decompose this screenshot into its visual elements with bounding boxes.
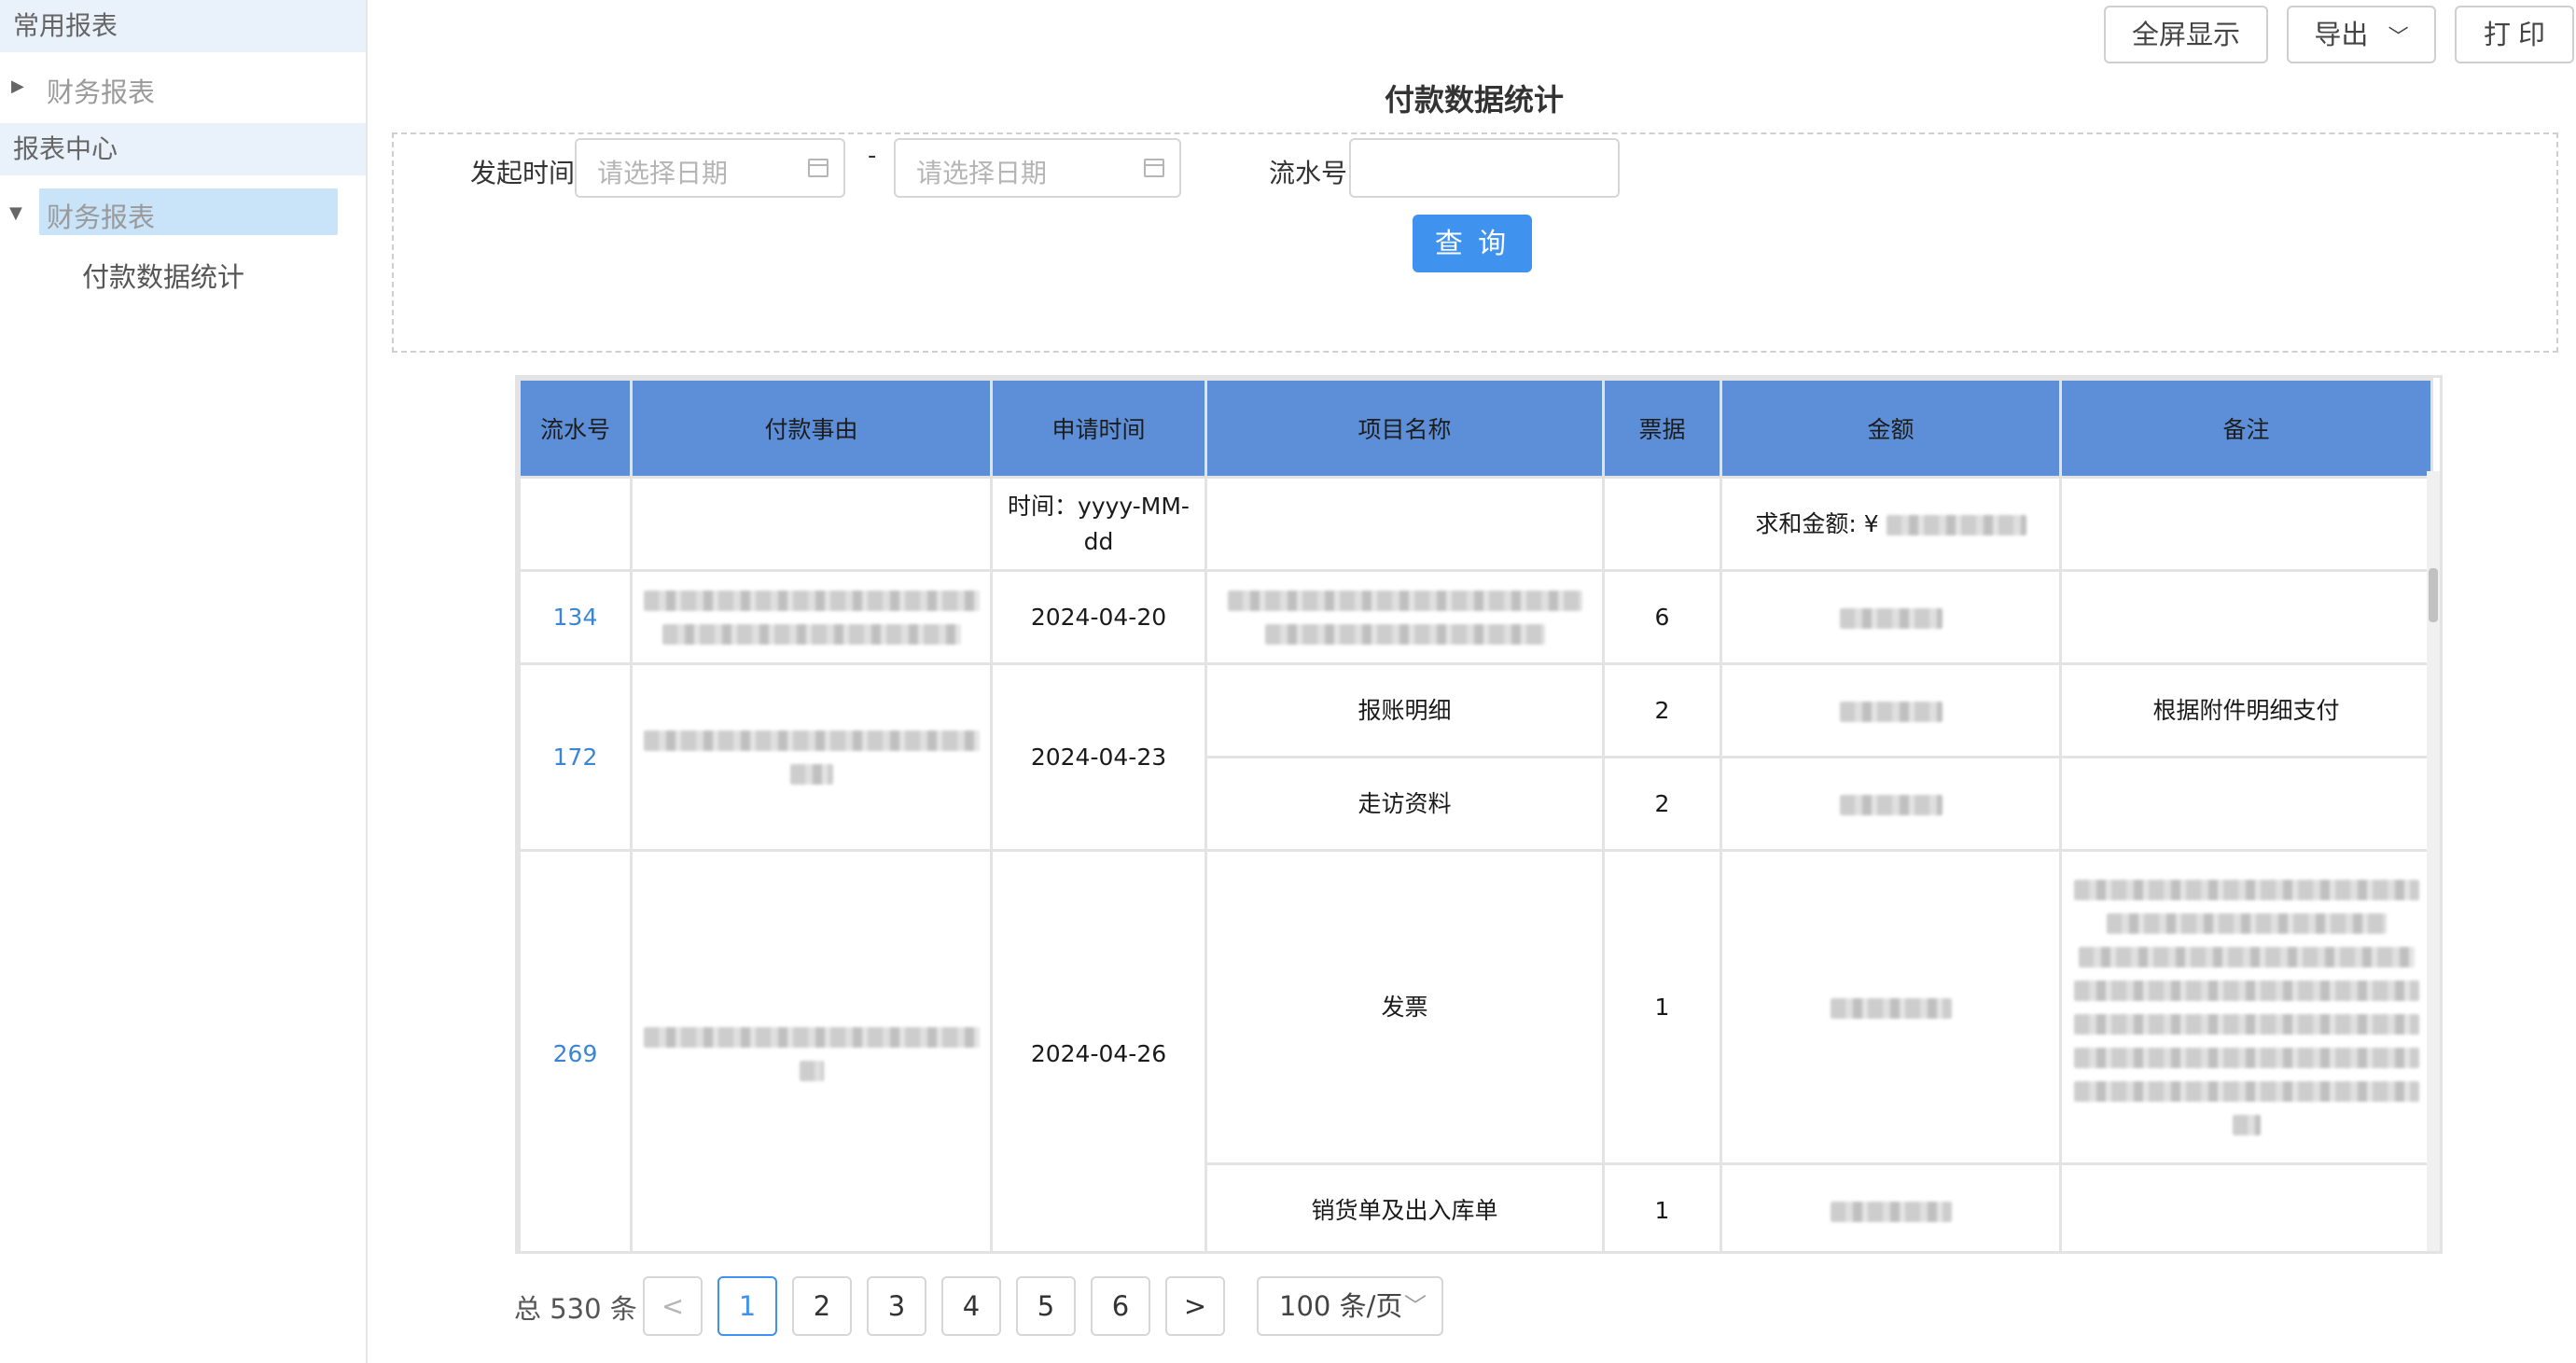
date-range-separator: - bbox=[868, 142, 877, 170]
page-5-button[interactable]: 5 bbox=[1016, 1276, 1076, 1336]
serial-link[interactable]: 269 bbox=[518, 849, 633, 1251]
bill-count: 2 bbox=[1602, 756, 1722, 852]
end-date-placeholder: 请选择日期 bbox=[916, 158, 1048, 188]
fullscreen-button[interactable]: 全屏显示 bbox=[2104, 6, 2268, 63]
remark: 根据附件明细支付 bbox=[2059, 662, 2433, 758]
start-time-label: 发起时间 bbox=[470, 158, 576, 188]
page-2-button[interactable]: 2 bbox=[792, 1276, 852, 1336]
redacted-reason bbox=[630, 662, 993, 852]
serial-link[interactable]: 134 bbox=[518, 569, 633, 665]
end-date-picker[interactable]: 请选择日期 bbox=[894, 138, 1181, 198]
project-name: 走访资料 bbox=[1204, 756, 1605, 852]
redacted-amount bbox=[1720, 569, 2062, 665]
apply-date: 2024-04-23 bbox=[990, 662, 1207, 852]
project-name: 发票 bbox=[1204, 849, 1605, 1165]
page-size-value: 100 条/页 bbox=[1279, 1290, 1403, 1322]
apply-date: 2024-04-26 bbox=[990, 849, 1207, 1251]
col-project-name[interactable]: 项目名称 bbox=[1204, 378, 1605, 479]
table-row: 269 2024-04-26 发票 1 bbox=[518, 849, 2433, 1251]
sidebar-section-common-reports[interactable]: 常用报表 bbox=[0, 0, 366, 52]
calendar-icon bbox=[808, 159, 828, 177]
col-apply-time[interactable]: 申请时间 bbox=[990, 378, 1207, 479]
table-row: 172 2024-04-23 报账明细 2 根据附件明细支付 bbox=[518, 662, 2433, 852]
data-table: 流水号 付款事由 申请时间 项目名称 票据 金额 备注 时间：yyyy-MM-d… bbox=[515, 375, 2443, 1254]
chevron-down-icon: ﹀ bbox=[1404, 1293, 1427, 1319]
export-label: 导出 bbox=[2314, 19, 2369, 50]
col-reason[interactable]: 付款事由 bbox=[630, 378, 993, 479]
page-1-button[interactable]: 1 bbox=[717, 1276, 777, 1336]
start-date-placeholder: 请选择日期 bbox=[597, 158, 729, 188]
sidebar-section-report-center[interactable]: 报表中心 bbox=[0, 123, 366, 175]
redacted-remark bbox=[2059, 849, 2433, 1165]
sidebar-item-finance-reports-common[interactable]: 财务报表 bbox=[47, 71, 155, 110]
caret-down-icon[interactable]: ▼ bbox=[9, 203, 22, 223]
prev-page-button[interactable]: < bbox=[643, 1276, 703, 1336]
start-date-picker[interactable]: 请选择日期 bbox=[575, 138, 845, 198]
redacted-project-name bbox=[1204, 569, 1605, 665]
bill-count: 1 bbox=[1602, 1162, 1722, 1251]
table-header-row: 流水号 付款事由 申请时间 项目名称 票据 金额 备注 bbox=[518, 378, 2433, 479]
remark bbox=[2059, 569, 2433, 665]
calendar-icon bbox=[1144, 159, 1164, 177]
next-page-button[interactable]: > bbox=[1165, 1276, 1225, 1336]
col-amount[interactable]: 金额 bbox=[1720, 378, 2062, 479]
col-bills[interactable]: 票据 bbox=[1602, 378, 1722, 479]
page-title: 付款数据统计 bbox=[1384, 82, 1564, 118]
remark bbox=[2059, 1162, 2433, 1251]
col-serial[interactable]: 流水号 bbox=[518, 378, 633, 479]
sidebar-item-finance-reports[interactable]: 财务报表 bbox=[47, 196, 155, 235]
page-6-button[interactable]: 6 bbox=[1091, 1276, 1150, 1336]
redacted-amount bbox=[1720, 849, 2062, 1165]
col-remark[interactable]: 备注 bbox=[2059, 378, 2433, 479]
print-button[interactable]: 打 印 bbox=[2455, 6, 2574, 63]
sum-amount-cell: 求和金额: ¥ bbox=[1720, 476, 2062, 572]
redacted-amount bbox=[1720, 1162, 2062, 1251]
sidebar: 常用报表 ▶ 财务报表 报表中心 ▼ 财务报表 付款数据统计 bbox=[0, 0, 368, 1363]
project-name: 报账明细 bbox=[1204, 662, 1605, 758]
table-row: 134 2024-04-20 6 bbox=[518, 569, 2433, 665]
redacted-sum bbox=[1886, 514, 2026, 535]
page-4-button[interactable]: 4 bbox=[941, 1276, 1001, 1336]
scrollbar-thumb[interactable] bbox=[2429, 568, 2438, 622]
summary-row: 时间：yyyy-MM-dd 求和金额: ¥ bbox=[518, 476, 2433, 572]
query-button[interactable]: 查 询 bbox=[1413, 215, 1532, 272]
serial-link[interactable]: 172 bbox=[518, 662, 633, 852]
project-name: 销货单及出入库单 bbox=[1204, 1162, 1605, 1251]
sidebar-item-payment-stats[interactable]: 付款数据统计 bbox=[82, 256, 244, 295]
redacted-amount bbox=[1720, 756, 2062, 852]
bill-count: 6 bbox=[1602, 569, 1722, 665]
bill-count: 2 bbox=[1602, 662, 1722, 758]
bill-count: 1 bbox=[1602, 849, 1722, 1165]
serial-input[interactable] bbox=[1349, 138, 1620, 198]
chevron-down-icon: ﹀ bbox=[2388, 26, 2409, 49]
redacted-amount bbox=[1720, 662, 2062, 758]
export-button[interactable]: 导出 ﹀ bbox=[2287, 6, 2436, 63]
apply-date: 2024-04-20 bbox=[990, 569, 1207, 665]
page-size-select[interactable]: 100 条/页 ﹀ bbox=[1257, 1276, 1443, 1336]
sum-amount-label: 求和金额: ¥ bbox=[1755, 509, 1879, 537]
redacted-reason bbox=[630, 849, 993, 1251]
time-format-hint: 时间：yyyy-MM-dd bbox=[990, 476, 1207, 572]
page-3-button[interactable]: 3 bbox=[867, 1276, 926, 1336]
serial-label: 流水号 bbox=[1269, 158, 1348, 188]
caret-right-icon[interactable]: ▶ bbox=[11, 76, 24, 96]
remark bbox=[2059, 756, 2433, 852]
redacted-reason bbox=[630, 569, 993, 665]
pagination-total: 总 530 条 bbox=[514, 1293, 637, 1325]
table-scrollbar[interactable] bbox=[2427, 471, 2440, 1251]
